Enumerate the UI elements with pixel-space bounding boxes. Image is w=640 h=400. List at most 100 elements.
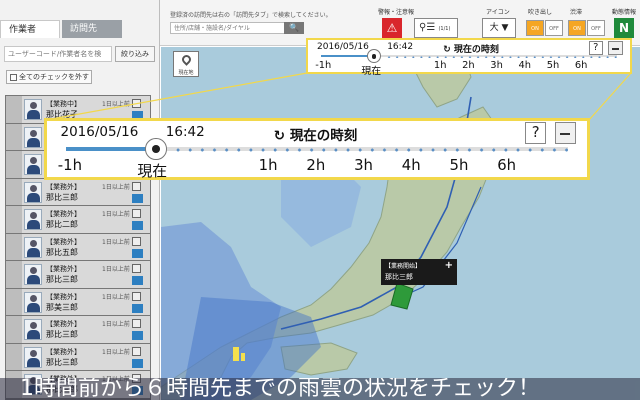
- avatar-head: [30, 184, 37, 192]
- location-pin-icon: [180, 53, 193, 66]
- search-button[interactable]: 🔍: [284, 22, 304, 34]
- worker-status: 【業務外】: [46, 210, 81, 218]
- blowout-off-toggle[interactable]: OFF: [545, 20, 563, 36]
- worker-row[interactable]: 【業務外】 那比二郎 1日以上前: [6, 206, 150, 234]
- slider-handle[interactable]: [145, 137, 168, 160]
- tick-label: 2h: [462, 59, 475, 71]
- document-icon[interactable]: [132, 346, 141, 356]
- worker-status: 【業務外】: [46, 320, 81, 328]
- help-button[interactable]: ?: [524, 122, 547, 144]
- document-icon[interactable]: [132, 181, 141, 191]
- avatar: [24, 126, 42, 148]
- document-icon[interactable]: [132, 291, 141, 301]
- worker-name: 那美三郎: [46, 302, 78, 312]
- icon-size-label: アイコン: [486, 9, 510, 16]
- now-label: 現在の時刻: [289, 127, 358, 144]
- avatar-body: [27, 275, 40, 284]
- date-display: 2016/05/16: [60, 123, 139, 140]
- route-icon[interactable]: [132, 276, 143, 285]
- time-display: 16:42: [165, 123, 205, 140]
- route-icon[interactable]: [132, 221, 143, 230]
- avatar-body: [27, 220, 40, 229]
- tick-label: 6h: [497, 155, 517, 174]
- last-update: 1日以上前: [102, 321, 130, 328]
- time-slider-panel: 2016/05/16 16:42 ↻ 現在の時刻? -1h 1h 2h 3h 4h 5h 6h 現在: [306, 38, 632, 77]
- weather-warning-button[interactable]: ⚠: [382, 18, 402, 38]
- row-check-strip[interactable]: [6, 288, 22, 315]
- worker-search-input[interactable]: [4, 46, 112, 62]
- document-icon[interactable]: [132, 209, 141, 218]
- route-icon[interactable]: [132, 331, 143, 340]
- row-check-strip[interactable]: [6, 343, 22, 370]
- traffic-label: 渋滞: [570, 9, 583, 16]
- avatar-body: [27, 247, 40, 257]
- avatar-head: [30, 129, 37, 137]
- worker-name: 那比三郎: [46, 330, 78, 339]
- worker-name: 那比三郎: [46, 357, 78, 367]
- worker-row[interactable]: 【業務外】那比三郎 1日以上前: [6, 316, 150, 344]
- tab-workers[interactable]: 作業者: [0, 20, 60, 38]
- time-slider-panel-zoomed: 2016/05/16 16:42 ↻ 現在の時刻? -1h 1h 2h 3h 4h 5h 6h 現在: [44, 118, 590, 180]
- warning-icon: ⚠: [386, 21, 398, 35]
- last-update: 1日以上前: [102, 293, 130, 301]
- minimize-button[interactable]: [554, 122, 577, 144]
- row-check-strip[interactable]: [6, 261, 22, 288]
- route-icon[interactable]: [132, 193, 143, 203]
- row-check-strip[interactable]: [6, 206, 22, 233]
- location-list-button[interactable]: ⚲☰ (1/1): [414, 18, 458, 38]
- worker-row[interactable]: 【業務外】 那比五郎 1日以上前: [6, 233, 150, 261]
- weather-map[interactable]: 現在地 【業務開始】 那比三郎 +: [161, 47, 640, 400]
- worker-status: 【業務外】: [46, 347, 81, 356]
- document-icon[interactable]: [132, 99, 141, 108]
- uncheck-all-label: 全てのチェックを外す: [19, 73, 89, 81]
- map-canvas: [161, 47, 498, 400]
- worker-row[interactable]: 【業務外】那比三郎 1日以上前: [6, 343, 150, 371]
- avatar: [24, 99, 42, 120]
- document-icon[interactable]: [132, 264, 141, 273]
- tick-label: 3h: [354, 155, 373, 174]
- worker-row[interactable]: 【業務外】那比三郎 1日以上前: [6, 178, 150, 206]
- avatar: [24, 209, 42, 230]
- row-check-strip[interactable]: [6, 123, 22, 150]
- current-location-label: 現在地: [178, 70, 194, 76]
- worker-name: 那比二郎: [46, 220, 78, 229]
- expand-plus-icon[interactable]: +: [445, 260, 453, 271]
- sidebar-tabs: 作業者 訪問先: [0, 20, 160, 38]
- route-icon[interactable]: [132, 248, 143, 258]
- worker-row[interactable]: 【業務外】那比三郎 1日以上前: [6, 261, 150, 289]
- row-check-strip[interactable]: [6, 316, 22, 343]
- reset-to-now-button[interactable]: ↻ 現在の時刻: [443, 42, 499, 55]
- avatar: [24, 181, 42, 203]
- document-icon[interactable]: [132, 236, 141, 246]
- uncheck-all-button[interactable]: 全てのチェックを外す: [6, 70, 92, 84]
- icon-size-select[interactable]: 大 ▼: [482, 18, 516, 38]
- search-hint: 登録済の訪問先は右の「訪問先タブ」で検索してください。: [170, 12, 332, 19]
- filter-button[interactable]: 絞り込み: [115, 46, 155, 62]
- slider-handle[interactable]: [366, 48, 382, 64]
- tab-visit-destinations[interactable]: 訪問先: [62, 20, 122, 38]
- road-info-button[interactable]: N: [614, 18, 634, 38]
- route-icon[interactable]: [132, 303, 143, 313]
- row-check-strip[interactable]: [6, 96, 22, 123]
- avatar: [24, 154, 42, 175]
- minimize-button[interactable]: [608, 40, 623, 56]
- tick-label: 5h: [546, 59, 560, 71]
- current-location-button[interactable]: 現在地: [173, 51, 199, 77]
- reset-to-now-button[interactable]: ↻ 現在の時刻: [274, 124, 358, 144]
- avatar: [24, 346, 42, 368]
- route-icon[interactable]: [132, 358, 143, 368]
- current-marker-label: 現在: [137, 161, 168, 180]
- row-check-strip[interactable]: [6, 178, 22, 205]
- worker-map-label[interactable]: 【業務開始】 那比三郎 +: [381, 259, 457, 285]
- blowout-on-toggle[interactable]: ON: [526, 20, 544, 36]
- help-button[interactable]: ?: [588, 40, 603, 56]
- avatar: [24, 291, 42, 313]
- row-check-strip[interactable]: [6, 233, 22, 260]
- worker-row[interactable]: 【業務外】 那美三郎 1日以上前: [6, 288, 150, 316]
- document-icon[interactable]: [132, 319, 141, 328]
- traffic-off-toggle[interactable]: OFF: [587, 20, 605, 36]
- traffic-on-toggle[interactable]: ON: [568, 20, 586, 36]
- n-road-icon: N: [618, 21, 630, 35]
- tick-label: 1h: [258, 155, 278, 174]
- row-check-strip[interactable]: [6, 151, 22, 178]
